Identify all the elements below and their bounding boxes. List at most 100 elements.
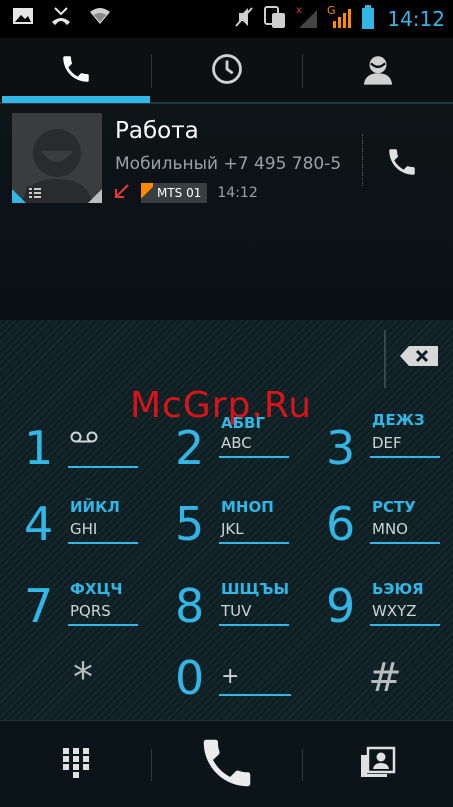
key-underline bbox=[370, 624, 440, 626]
key-underline bbox=[219, 542, 289, 544]
key-0[interactable]: 0 + bbox=[151, 638, 301, 718]
key-digit: 2 bbox=[175, 421, 205, 475]
key-cyrillic: ШЩЪЫ bbox=[221, 580, 290, 598]
key-digit: 7 bbox=[24, 579, 54, 633]
person-icon bbox=[361, 52, 395, 90]
contact-card-icon bbox=[358, 746, 398, 784]
last-call-area: Работа Мобильный +7 495 780-5 MTS 01 14:… bbox=[0, 104, 453, 320]
key-4[interactable]: 4 ИЙКЛ GHI bbox=[0, 484, 150, 564]
wifi-icon bbox=[88, 6, 112, 30]
key-underline bbox=[370, 456, 440, 458]
call-back-button[interactable] bbox=[378, 140, 426, 188]
phone-icon bbox=[385, 145, 419, 183]
sim-manager-icon bbox=[263, 4, 287, 34]
key-cyrillic: ФХЦЧ bbox=[70, 580, 123, 598]
tab-active-indicator bbox=[2, 96, 150, 103]
digits-divider bbox=[384, 330, 386, 388]
dialpad-toggle-button[interactable] bbox=[0, 721, 151, 807]
contact-name: Работа bbox=[115, 118, 199, 144]
key-cyrillic: МНОП bbox=[221, 498, 274, 516]
key-digit: 4 bbox=[24, 497, 54, 551]
call-divider bbox=[362, 134, 363, 186]
backspace-button[interactable] bbox=[394, 338, 444, 378]
avatar-corner bbox=[88, 189, 102, 203]
key-cyrillic: ДЕЖЗ bbox=[372, 411, 425, 429]
tab-bar bbox=[0, 38, 453, 104]
key-8[interactable]: 8 ШЩЪЫ TUV bbox=[151, 566, 301, 646]
key-hash[interactable]: # bbox=[310, 638, 453, 718]
key-latin: GHI bbox=[70, 520, 98, 538]
contact-number: Мобильный +7 495 780-5 bbox=[115, 154, 342, 174]
missed-call-icon bbox=[50, 6, 72, 30]
key-digit: 5 bbox=[175, 497, 205, 551]
key-underline bbox=[219, 624, 289, 626]
key-underline bbox=[68, 466, 138, 468]
svg-text:x: x bbox=[296, 5, 302, 16]
sim-badge: MTS 01 bbox=[141, 183, 208, 203]
add-contact-button[interactable] bbox=[302, 721, 453, 807]
key-latin: ABC bbox=[221, 434, 252, 452]
status-time: 14:12 bbox=[387, 7, 445, 31]
key-digit: 3 bbox=[326, 421, 356, 475]
digits-input[interactable] bbox=[10, 330, 380, 386]
quick-contact-icon bbox=[26, 186, 44, 200]
key-digit: 9 bbox=[326, 579, 356, 633]
key-latin: DEF bbox=[372, 434, 402, 452]
key-1[interactable]: 1 bbox=[0, 408, 150, 488]
backspace-icon bbox=[399, 345, 439, 371]
avatar-corner bbox=[12, 189, 26, 203]
status-bar: x G 14:12 bbox=[0, 0, 453, 38]
call-button[interactable] bbox=[151, 721, 302, 807]
key-latin: PQRS bbox=[70, 602, 111, 620]
key-latin: + bbox=[221, 664, 240, 689]
key-6[interactable]: 6 РСТУ MNO bbox=[302, 484, 452, 564]
phone-icon bbox=[196, 732, 258, 798]
key-latin: JKL bbox=[221, 520, 244, 538]
key-underline bbox=[219, 694, 291, 696]
key-9[interactable]: 9 ЬЭЮЯ WXYZ bbox=[302, 566, 452, 646]
key-cyrillic: ЬЭЮЯ bbox=[372, 580, 424, 598]
key-latin: WXYZ bbox=[372, 602, 417, 620]
battery-icon bbox=[361, 4, 375, 34]
key-underline bbox=[68, 624, 138, 626]
voicemail-icon bbox=[70, 430, 98, 448]
image-icon bbox=[12, 6, 34, 30]
signal-2-icon: G bbox=[327, 4, 353, 34]
clock-icon bbox=[210, 52, 244, 90]
signal-1-icon: x bbox=[295, 4, 319, 34]
call-meta: MTS 01 14:12 bbox=[113, 182, 258, 204]
sim-flag-icon bbox=[141, 183, 153, 203]
key-3[interactable]: 3 ДЕЖЗ DEF bbox=[302, 408, 452, 488]
watermark: McGrp.Ru bbox=[130, 385, 313, 426]
phone-icon bbox=[59, 52, 93, 90]
key-symbol: * bbox=[73, 655, 93, 701]
dialpad-icon bbox=[62, 747, 90, 783]
key-digit: 1 bbox=[24, 421, 54, 475]
last-call-item[interactable]: Работа Мобильный +7 495 780-5 MTS 01 14:… bbox=[0, 104, 453, 212]
outgoing-call-arrow-icon bbox=[113, 183, 131, 203]
key-7[interactable]: 7 ФХЦЧ PQRS bbox=[0, 566, 150, 646]
key-underline bbox=[68, 542, 138, 544]
key-digit: 8 bbox=[175, 579, 205, 633]
key-latin: TUV bbox=[221, 602, 252, 620]
tab-contacts[interactable] bbox=[302, 38, 453, 104]
key-underline bbox=[370, 542, 440, 544]
key-cyrillic: ИЙКЛ bbox=[70, 498, 120, 516]
tab-recents[interactable] bbox=[151, 38, 302, 104]
key-latin: MNO bbox=[372, 520, 408, 538]
signal-label: G bbox=[327, 4, 336, 17]
action-bar bbox=[0, 720, 453, 807]
dialpad: 1 2 АБВГ ABC 3 ДЕЖЗ DEF 4 ИЙКЛ GHI 5 МНО… bbox=[0, 320, 453, 720]
key-underline bbox=[219, 456, 289, 458]
key-cyrillic: РСТУ bbox=[372, 498, 416, 516]
key-5[interactable]: 5 МНОП JKL bbox=[151, 484, 301, 564]
sim-label: MTS 01 bbox=[157, 186, 202, 200]
key-symbol: # bbox=[368, 655, 402, 701]
key-digit: 0 bbox=[175, 651, 205, 705]
call-time: 14:12 bbox=[217, 185, 258, 201]
key-digit: 6 bbox=[326, 497, 356, 551]
key-star[interactable]: * bbox=[8, 638, 158, 718]
avatar[interactable] bbox=[12, 113, 102, 203]
tab-phone[interactable] bbox=[0, 38, 151, 104]
mute-icon bbox=[233, 5, 255, 33]
